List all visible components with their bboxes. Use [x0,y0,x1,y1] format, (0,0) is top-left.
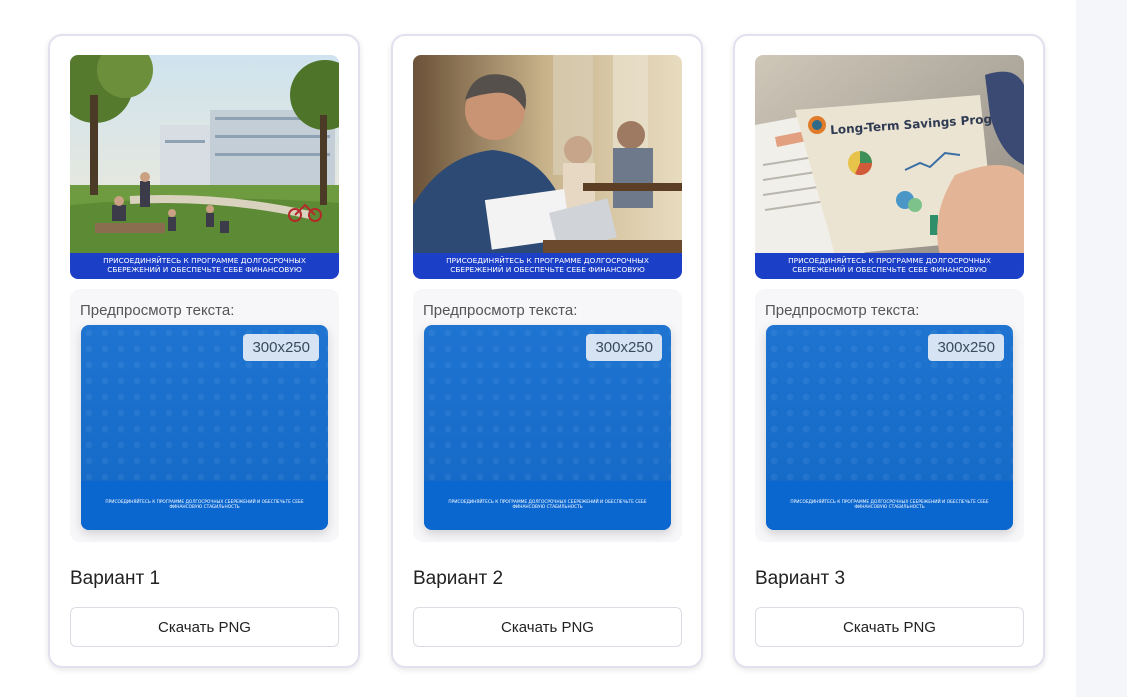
size-badge: 300x250 [928,334,1004,361]
banner-text: ПРИСОЕДИНЯЙТЕСЬ К ПРОГРАММЕ ДОЛГОСРОЧНЫХ… [448,500,647,510]
thumbnail-caption: ПРИСОЕДИНЯЙТЕСЬ К ПРОГРАММЕ ДОЛГОСРОЧНЫХ… [70,253,339,279]
text-preview-section: Предпросмотр текста: 300x250 ПРИСОЕДИНЯЙ… [70,289,339,542]
man-reading-image [413,55,682,255]
size-badge: 300x250 [586,334,662,361]
variant-title: Вариант 1 [70,568,161,589]
banner-preview: 300x250 ПРИСОЕДИНЯЙТЕСЬ К ПРОГРАММЕ ДОЛГ… [424,325,671,530]
banner-preview: 300x250 ПРИСОЕДИНЯЙТЕСЬ К ПРОГРАММЕ ДОЛГ… [81,325,328,530]
variant-title: Вариант 2 [413,568,504,589]
download-png-button[interactable]: Скачать PNG [755,607,1024,647]
main-panel: ПРИСОЕДИНЯЙТЕСЬ К ПРОГРАММЕ ДОЛГОСРОЧНЫХ… [0,0,1076,697]
banner-text: ПРИСОЕДИНЯЙТЕСЬ К ПРОГРАММЕ ДОЛГОСРОЧНЫХ… [790,500,989,510]
preview-label: Предпросмотр текста: [80,302,235,319]
banner-text: ПРИСОЕДИНЯЙТЕСЬ К ПРОГРАММЕ ДОЛГОСРОЧНЫХ… [105,500,304,510]
variant-thumbnail: ПРИСОЕДИНЯЙТЕСЬ К ПРОГРАММЕ ДОЛГОСРОЧНЫХ… [413,55,682,279]
variant-thumbnail: ПРИСОЕДИНЯЙТЕСЬ К ПРОГРАММЕ ДОЛГОСРОЧНЫХ… [70,55,339,279]
variant-card-2: ПРИСОЕДИНЯЙТЕСЬ К ПРОГРАММЕ ДОЛГОСРОЧНЫХ… [391,34,703,668]
park-family-image [70,55,339,255]
download-png-button[interactable]: Скачать PNG [413,607,682,647]
preview-label: Предпросмотр текста: [765,302,920,319]
banner-preview: 300x250 ПРИСОЕДИНЯЙТЕСЬ К ПРОГРАММЕ ДОЛГ… [766,325,1013,530]
preview-label: Предпросмотр текста: [423,302,578,319]
text-preview-section: Предпросмотр текста: 300x250 ПРИСОЕДИНЯЙ… [755,289,1024,542]
variant-card-1: ПРИСОЕДИНЯЙТЕСЬ К ПРОГРАММЕ ДОЛГОСРОЧНЫХ… [48,34,360,668]
variant-title: Вариант 3 [755,568,846,589]
download-png-button[interactable]: Скачать PNG [70,607,339,647]
size-badge: 300x250 [243,334,319,361]
thumbnail-caption: ПРИСОЕДИНЯЙТЕСЬ К ПРОГРАММЕ ДОЛГОСРОЧНЫХ… [413,253,682,279]
text-preview-section: Предпросмотр текста: 300x250 ПРИСОЕДИНЯЙ… [413,289,682,542]
variant-thumbnail: Long-Term Savings Program ПРИСОЕДИНЯЙТЕС… [755,55,1024,279]
thumbnail-caption: ПРИСОЕДИНЯЙТЕСЬ К ПРОГРАММЕ ДОЛГОСРОЧНЫХ… [755,253,1024,279]
savings-brochure-image: Long-Term Savings Program [755,55,1024,255]
variant-card-3: Long-Term Savings Program ПРИСОЕДИНЯЙТЕС… [733,34,1045,668]
